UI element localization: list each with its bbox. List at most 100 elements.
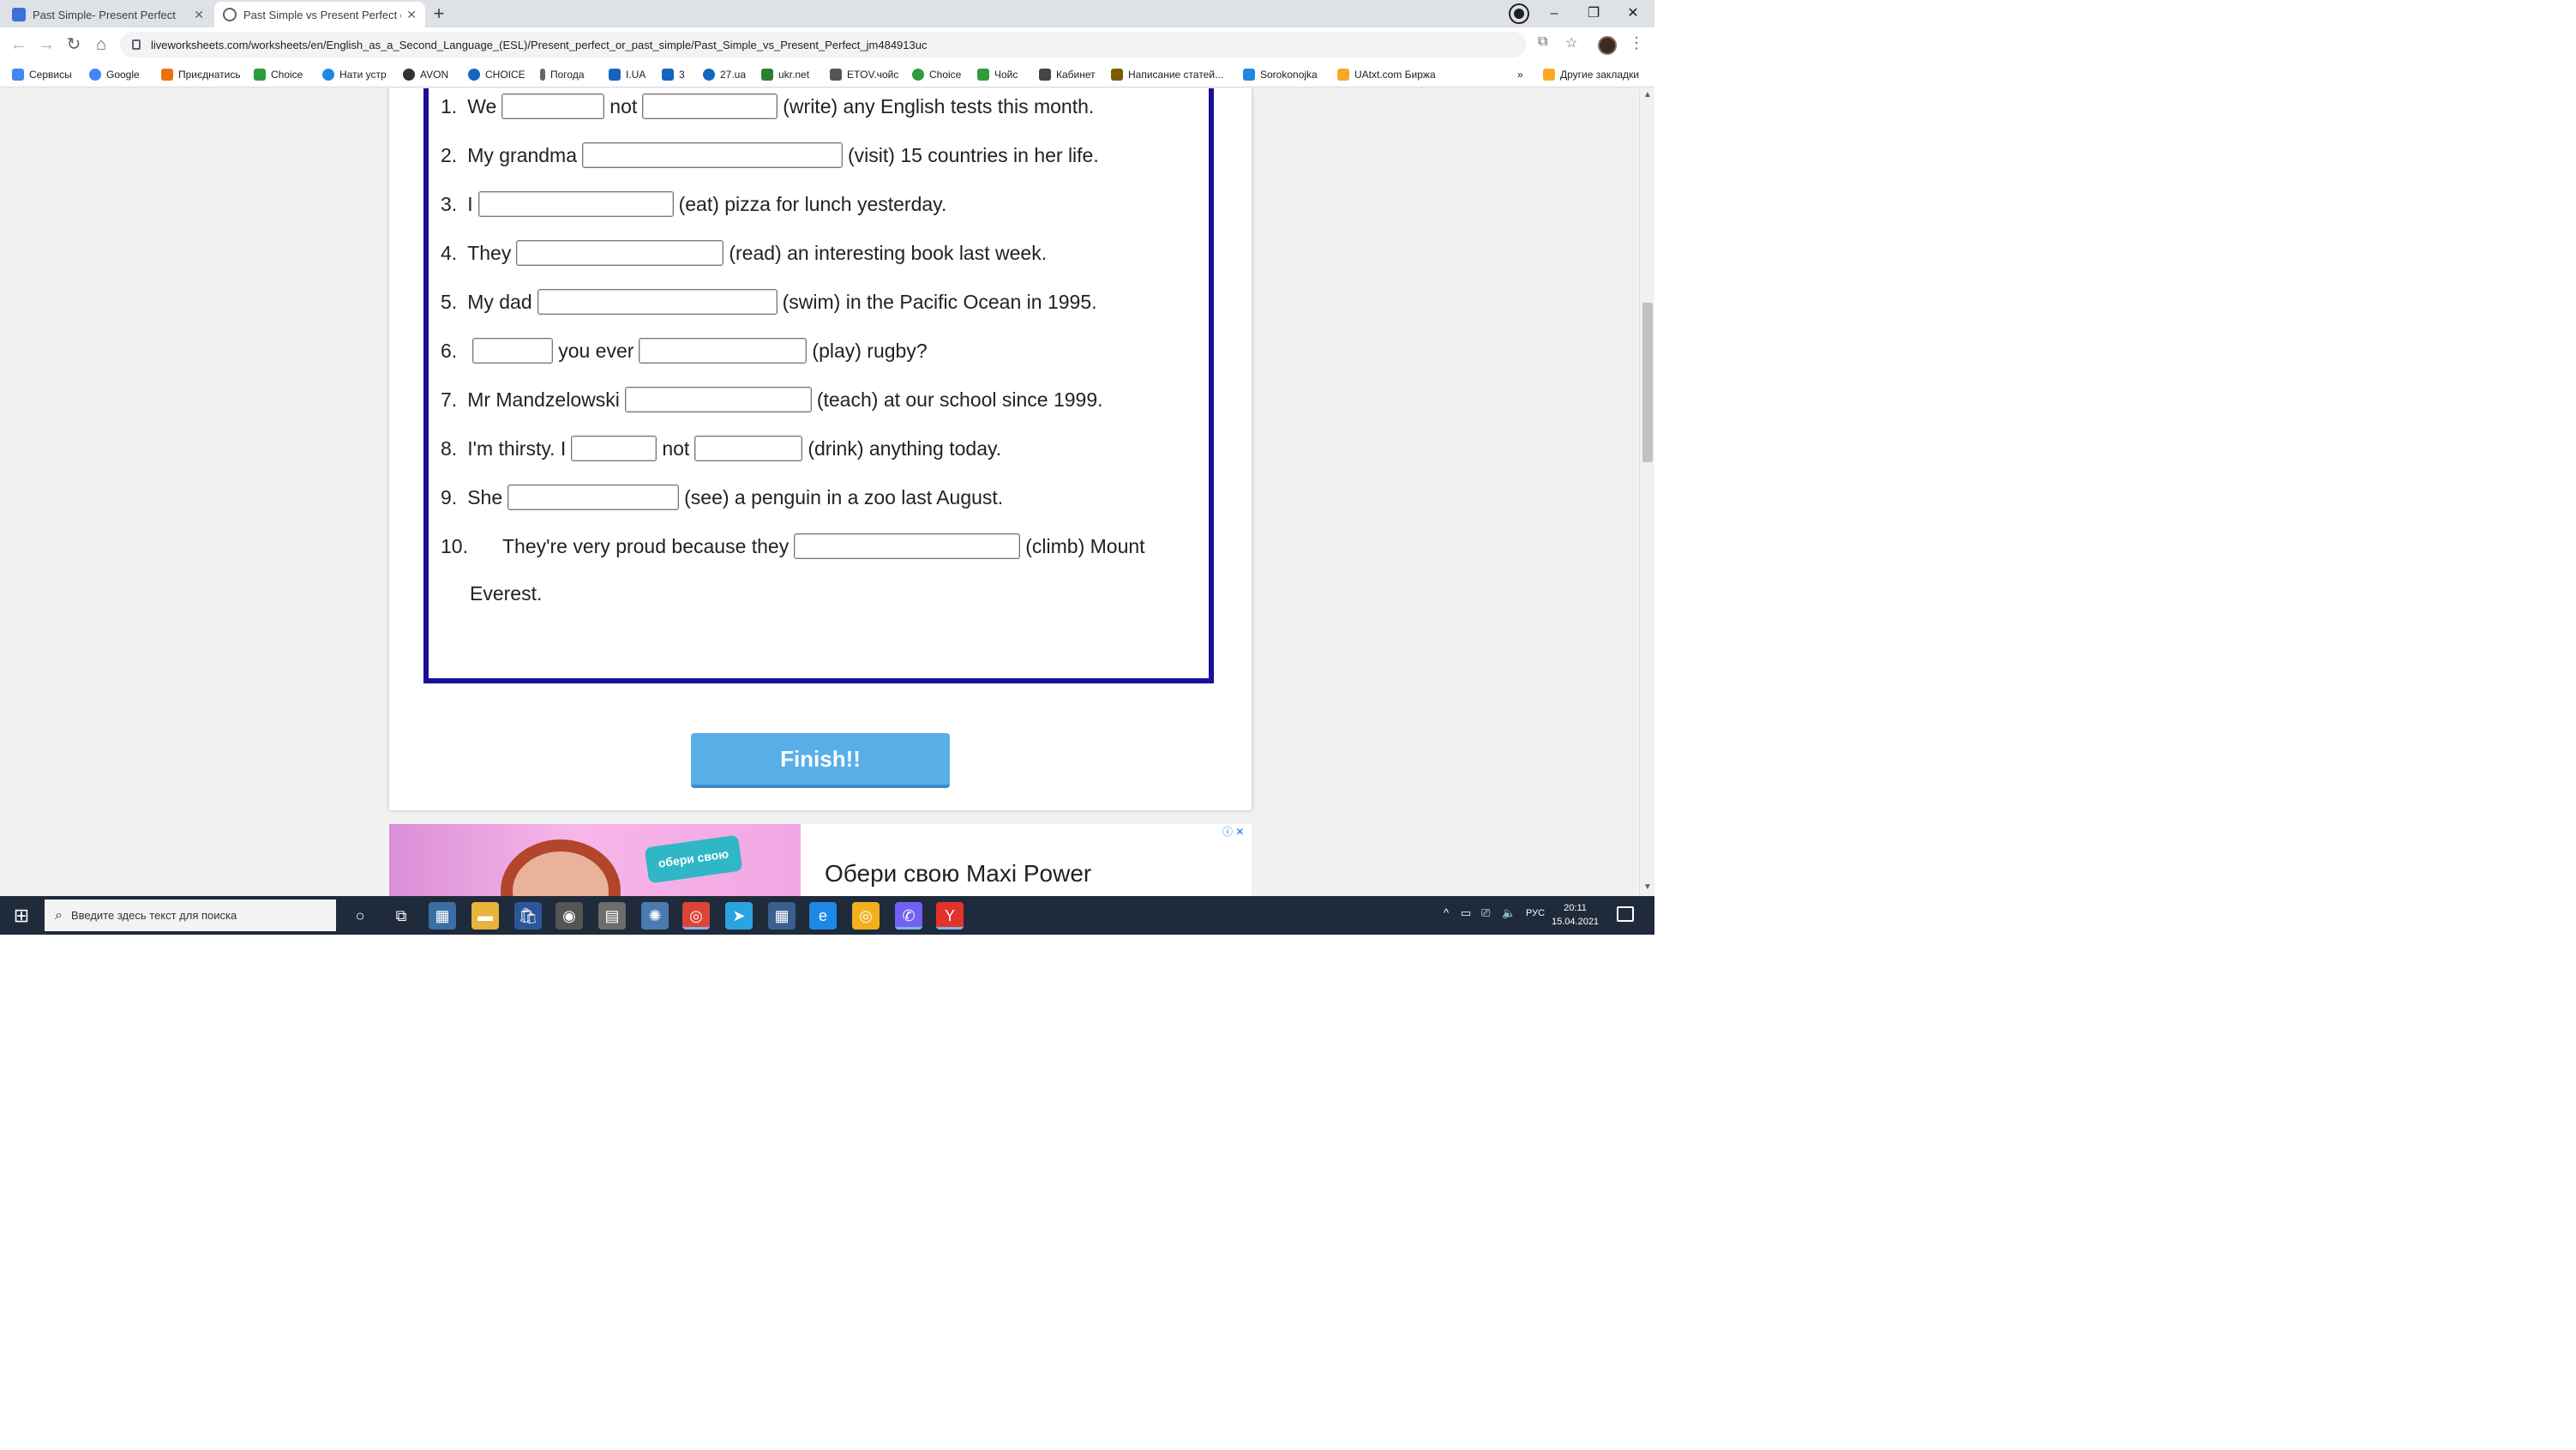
cortana-icon[interactable]: ○ [346,902,374,930]
file-explorer-icon[interactable]: ▬ [471,902,499,930]
answer-input[interactable] [794,533,1021,559]
exercise-text: My grandma [467,143,578,166]
answer-input[interactable] [477,191,674,217]
minimize-button[interactable]: – [1534,3,1574,25]
answer-input[interactable] [537,289,778,315]
translate-icon[interactable]: ⧉ [1538,34,1547,50]
bookmark-3[interactable]: 3 [662,67,685,82]
chrome-icon[interactable]: ◎ [682,902,710,930]
notifications-icon[interactable] [1617,906,1634,922]
yandex-icon[interactable]: Y [936,902,964,930]
tray-expand-icon[interactable]: ^ [1444,906,1449,919]
edge-icon[interactable]: e [809,902,837,930]
telegram-icon[interactable]: ➤ [725,902,753,930]
address-bar[interactable]: liveworksheets.com/worksheets/en/English… [120,32,1526,57]
bookmark-services[interactable]: Сервисы [12,67,72,82]
advertisement[interactable]: обери свою Обери свою Maxi Power ⓘ ✕ [389,824,1252,896]
scroll-thumb[interactable] [1642,303,1653,462]
viber-icon[interactable]: ✆ [895,902,922,930]
bookmark-label: ukr.net [778,69,810,81]
back-button[interactable]: ← [7,33,31,57]
bookmark-cabinet[interactable]: Кабинет [1039,67,1096,82]
answer-input[interactable] [472,338,554,364]
bookmark-etov[interactable]: ETOV.чойс [830,67,898,82]
search-icon: ⌕ [55,907,63,923]
bookmark-chois[interactable]: Чойс [977,67,1018,82]
exercise-line: 2. My grandma (visit) 15 countries in her … [441,142,1099,168]
calc2-icon[interactable]: ▦ [768,902,796,930]
bookmark-weather[interactable]: Погода [540,67,585,82]
bookmark-choice-caps[interactable]: CHOICE [468,67,525,82]
windows-start-icon[interactable]: ⊞ [0,896,43,935]
scroll-down-icon[interactable]: ▼ [1643,882,1652,892]
close-tab-icon[interactable]: ✕ [194,8,204,22]
lock-icon[interactable] [132,39,141,50]
answer-input[interactable] [642,93,778,119]
new-tab-button[interactable]: + [429,4,449,25]
exercise-text: Mr Mandzelowski [467,388,620,411]
exercise-text: not [609,94,638,117]
bookmark-star-icon[interactable]: ☆ [1565,34,1577,51]
bookmark-avon[interactable]: AVON [403,67,448,82]
record-icon[interactable] [1510,5,1528,22]
bookmark-join[interactable]: Приєднатись [161,67,241,82]
answer-input[interactable] [624,387,812,412]
bookmark-nati[interactable]: Нати устр [322,67,387,82]
answer-input[interactable] [501,93,605,119]
close-window-button[interactable]: ✕ [1613,3,1653,25]
tab-past-simple-vs-present-perfect[interactable]: Past Simple vs Present Perfect o ✕ [214,2,425,27]
answer-input[interactable] [582,142,844,168]
reload-button[interactable]: ↻ [62,33,86,57]
screen: Past Simple- Present Perfect ✕ Past Simp… [0,0,1654,935]
folder-icon [1543,69,1555,81]
forward-button[interactable]: → [34,33,58,57]
bookmark-articles[interactable]: Написание статей... [1111,67,1223,82]
answer-input[interactable] [639,338,808,364]
exercise-number: 6. [441,339,458,362]
kebab-menu-icon[interactable]: ⋮ [1629,34,1644,52]
answer-input[interactable] [571,436,658,461]
home-button[interactable]: ⌂ [89,33,113,57]
bookmark-27ua[interactable]: 27.ua [703,67,746,82]
bookmark-choice-2[interactable]: Choice [912,67,961,82]
battery-icon[interactable]: ▭ [1461,906,1471,920]
task-view-icon[interactable]: ⧉ [387,902,415,930]
close-tab-icon[interactable]: ✕ [406,8,417,22]
ad-image[interactable]: обери свою [389,824,801,896]
exercise-text: I [467,192,473,215]
media-icon[interactable]: ◉ [555,902,583,930]
bookmark-google[interactable]: Google [89,67,140,82]
apps-grid-icon [12,69,24,81]
ad-headline[interactable]: Обери свою Maxi Power [825,860,1091,887]
page-scrollbar[interactable]: ▲ ▼ [1639,88,1654,896]
taskbar-search-input[interactable]: ⌕ Введите здесь текст для поиска [45,899,336,931]
bookmark-uatxt[interactable]: UAtxt.com Биржа [1337,67,1436,82]
language-indicator[interactable]: РУС [1526,908,1545,918]
profile-avatar[interactable] [1598,36,1617,55]
exercise-text: She [467,485,503,508]
bookmark-choice[interactable]: Choice [254,67,303,82]
bookmark-icon [403,69,415,81]
answer-input[interactable] [694,436,803,461]
bookmarks-overflow-button[interactable]: » [1517,67,1523,82]
answer-input[interactable] [507,484,680,510]
photos-icon[interactable]: ▤ [598,902,626,930]
ad-choices-icon[interactable]: ⓘ ✕ [1222,824,1244,839]
restore-button[interactable]: ❐ [1574,3,1613,25]
finish-button[interactable]: Finish!! [691,733,950,788]
volume-icon[interactable]: 🔈 [1502,906,1516,920]
bookmark-label: Написание статей... [1128,69,1224,81]
network-icon[interactable]: ⎚ [1481,906,1490,920]
scroll-up-icon[interactable]: ▲ [1643,90,1652,99]
answer-input[interactable] [516,240,724,266]
store-icon[interactable]: 🛍 [514,902,542,930]
bookmark-ukrnet[interactable]: ukr.net [761,67,809,82]
taskbar-clock[interactable]: 20:11 15.04.2021 [1552,901,1599,929]
tab-past-simple-present-perfect[interactable]: Past Simple- Present Perfect ✕ [3,2,213,27]
bookmark-iua[interactable]: I.UA [609,67,646,82]
other-bookmarks[interactable]: Другие закладки [1543,67,1639,82]
calculator-icon[interactable]: ▦ [429,902,456,930]
bookmark-sorokonojka[interactable]: Sorokonojka [1243,67,1318,82]
chrome-canary-icon[interactable]: ◎ [852,902,880,930]
network-icon[interactable]: ✺ [641,902,669,930]
